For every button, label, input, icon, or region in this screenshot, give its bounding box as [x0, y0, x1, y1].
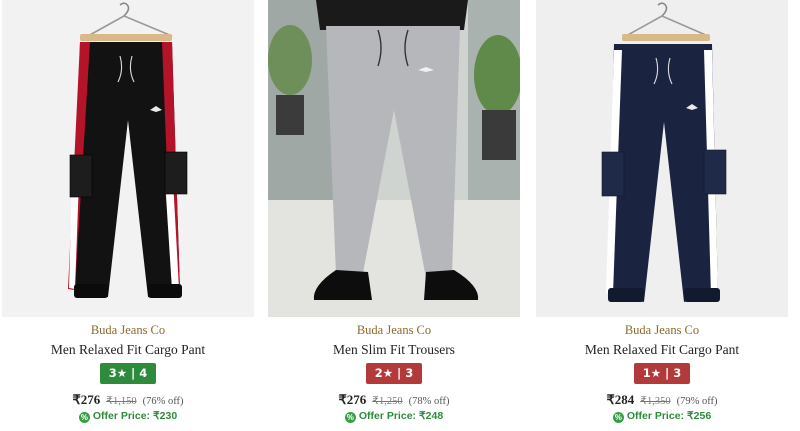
product-card[interactable]: Buda Jeans Co Men Relaxed Fit Cargo Pant…: [536, 0, 788, 431]
discount-text: (78% off): [408, 396, 450, 407]
brand-name[interactable]: Buda Jeans Co: [536, 323, 788, 338]
offer-price: ₹230: [152, 410, 178, 422]
rating-badge: 3★ | 4: [99, 363, 157, 384]
product-image[interactable]: [268, 0, 520, 317]
offer-label: Offer Price:: [92, 410, 151, 422]
offer-price: ₹256: [686, 410, 712, 422]
product-image[interactable]: [536, 0, 788, 317]
product-image[interactable]: [2, 0, 254, 317]
offer-row: % Offer Price: ₹230: [2, 410, 254, 423]
product-title[interactable]: Men Relaxed Fit Cargo Pant: [536, 342, 788, 358]
offer-price: ₹248: [418, 410, 444, 422]
product-grid: Buda Jeans Co Men Relaxed Fit Cargo Pant…: [0, 0, 800, 431]
mrp-price: ₹1,350: [640, 396, 671, 407]
grey-trousers-model-image: [268, 0, 520, 317]
mrp-price: ₹1,250: [372, 396, 403, 407]
percent-badge-icon: %: [612, 412, 624, 423]
product-title[interactable]: Men Slim Fit Trousers: [268, 342, 520, 358]
offer-label: Offer Price:: [358, 410, 417, 422]
rating-badge: 1★ | 3: [633, 363, 691, 384]
rating-badge: 2★ | 3: [365, 363, 423, 384]
percent-badge-icon: %: [344, 412, 356, 423]
brand-name[interactable]: Buda Jeans Co: [268, 323, 520, 338]
discount-text: (76% off): [142, 396, 184, 407]
brand-name[interactable]: Buda Jeans Co: [2, 323, 254, 338]
mrp-price: ₹1,150: [106, 396, 137, 407]
discount-text: (79% off): [676, 396, 718, 407]
offer-row: % Offer Price: ₹256: [536, 410, 788, 423]
price-row: ₹276 ₹1,250 (78% off): [268, 391, 520, 409]
sale-price: ₹276: [72, 392, 101, 407]
black-cargo-jogger-image: [2, 0, 254, 317]
offer-row: % Offer Price: ₹248: [268, 410, 520, 423]
percent-badge-icon: %: [78, 412, 90, 423]
sale-price: ₹284: [606, 392, 635, 407]
product-card[interactable]: Buda Jeans Co Men Relaxed Fit Cargo Pant…: [2, 0, 254, 431]
product-card[interactable]: Buda Jeans Co Men Slim Fit Trousers 2★ |…: [268, 0, 520, 431]
product-title[interactable]: Men Relaxed Fit Cargo Pant: [2, 342, 254, 358]
sale-price: ₹276: [338, 392, 367, 407]
offer-label: Offer Price:: [626, 410, 685, 422]
price-row: ₹276 ₹1,150 (76% off): [2, 391, 254, 409]
price-row: ₹284 ₹1,350 (79% off): [536, 391, 788, 409]
navy-cargo-jogger-image: [536, 0, 788, 317]
